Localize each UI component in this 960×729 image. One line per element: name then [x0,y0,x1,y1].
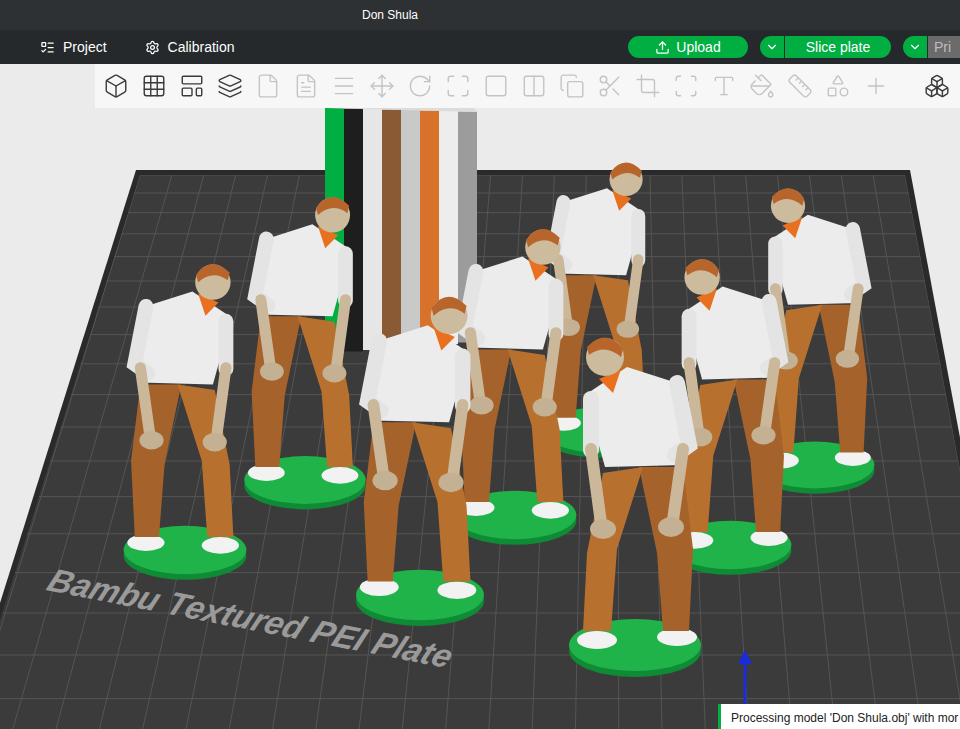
toolbar-button[interactable] [329,70,359,102]
toolbar-button[interactable] [443,70,473,102]
toolbar-button[interactable] [633,70,663,102]
tool-icon [369,73,395,99]
toolbar-button[interactable] [139,70,169,102]
tool-icon [521,73,547,99]
figurine-model[interactable] [244,197,365,509]
figurine-model[interactable] [124,264,247,580]
tool-icon [597,73,623,99]
nav-tab[interactable]: Project [40,37,107,58]
dropdown-button[interactable] [903,36,927,58]
tool-icon [635,73,661,99]
tool-icon [787,73,813,99]
toolbar-button[interactable] [747,70,777,102]
toolbar-button[interactable] [671,70,701,102]
toolbar-button[interactable] [215,70,245,102]
chevron-icon [765,40,779,54]
toolbar-button[interactable] [291,70,321,102]
toolbar-button[interactable] [785,70,815,102]
window-title: Don Shula [362,6,418,24]
toolbar-button[interactable] [709,70,739,102]
tool-icon [825,73,851,99]
action-button[interactable]: Pri [928,36,960,58]
tool-icon [559,73,585,99]
tool-icon [141,73,167,99]
app-window: Don Shula Project Calibration Upload Slice p… [0,0,960,729]
split-button[interactable]: Slice plate [760,36,891,58]
tool-icon [103,73,129,99]
nav-bar: Project Calibration Upload Slice plate Pri [0,30,960,64]
build-plate-view[interactable]: Bambu Textured PEI Plate [0,64,960,729]
tool-icon [483,73,509,99]
tool-icon [445,73,471,99]
viewport[interactable]: Bambu Textured PEI PlateProcessing model… [0,64,960,729]
tool-icon [749,73,775,99]
toolbar-button[interactable] [177,70,207,102]
tool-icon [293,73,319,99]
figurine-model[interactable] [569,337,701,677]
title-bar: Don Shula [0,0,960,30]
toolbar-button[interactable] [595,70,625,102]
split-button[interactable]: Pri [903,36,960,58]
gear-icon [145,40,160,55]
action-button[interactable]: Slice plate [785,36,891,58]
tool-icon [331,73,357,99]
toolbar-button[interactable] [481,70,511,102]
tool-icon [407,73,433,99]
toolbar-button[interactable] [861,70,891,102]
toolbar-button[interactable] [823,70,853,102]
toolbar-button[interactable] [101,70,131,102]
toolbar-button[interactable] [519,70,549,102]
chevron-icon [908,40,922,54]
tool-icon [179,73,205,99]
toolbar-button[interactable] [253,70,283,102]
list-icon [40,40,55,55]
upload-button[interactable]: Upload [628,36,748,58]
tool-icon [711,73,737,99]
nav-tab[interactable]: Calibration [145,37,235,58]
tool-icon [255,73,281,99]
toolbar [95,64,960,108]
upload-icon [655,40,670,55]
tool-icon [217,73,243,99]
tool-icon [863,73,889,99]
dropdown-button[interactable] [760,36,784,58]
toolbar-button[interactable] [405,70,435,102]
tool-icon [673,73,699,99]
figurine-model[interactable] [356,297,484,626]
notification: Processing model 'Don Shula.obj' with mo… [718,704,960,729]
figurine-model[interactable] [454,229,577,545]
toolbar-button[interactable] [557,70,587,102]
toolbar-button[interactable] [367,70,397,102]
tool-icon [924,73,950,99]
toolbar-button[interactable] [922,70,952,102]
build-plate [0,175,960,729]
